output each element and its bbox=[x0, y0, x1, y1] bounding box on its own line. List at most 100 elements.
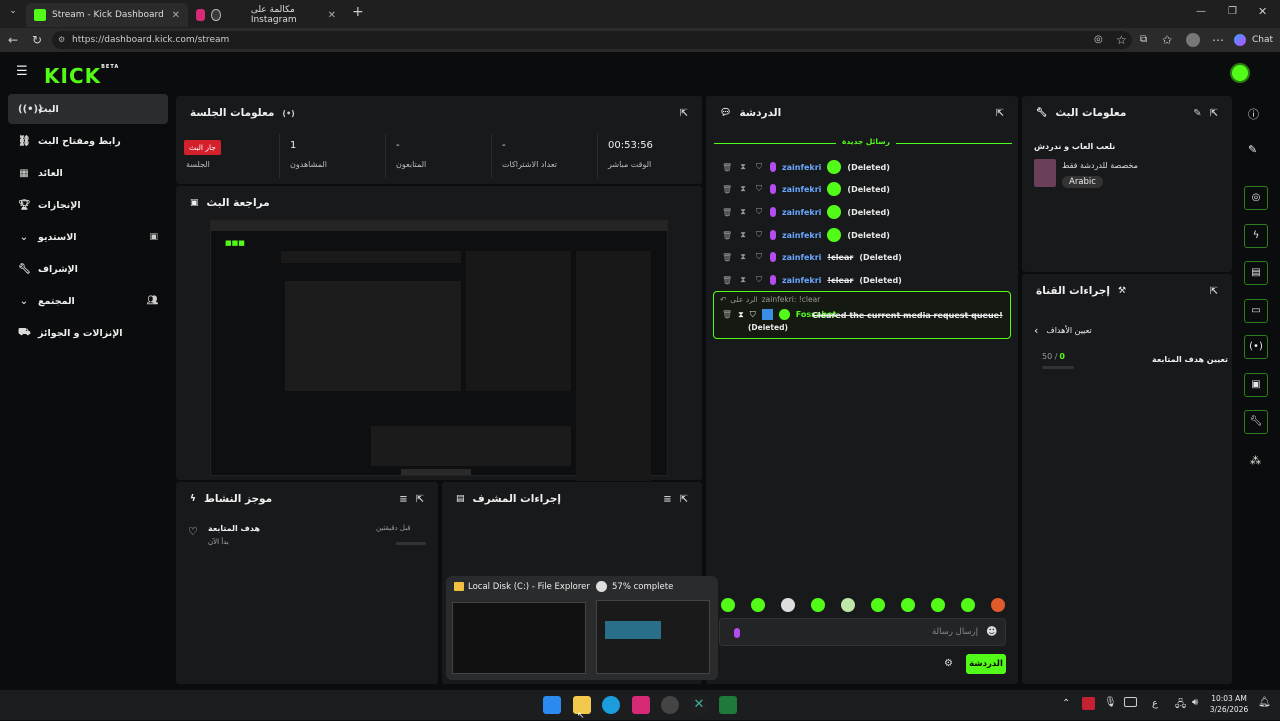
close-tab-icon[interactable]: ✕ bbox=[172, 10, 180, 21]
popout-icon[interactable]: ⇱ bbox=[1210, 108, 1218, 119]
preview-title-copy[interactable]: 57% complete bbox=[612, 582, 673, 592]
favorite-star-icon[interactable]: ☆ bbox=[1116, 28, 1127, 52]
trash-icon[interactable]: 🗑︎ bbox=[722, 231, 732, 240]
trash-icon[interactable]: 🗑︎ bbox=[722, 276, 732, 285]
trash-icon[interactable]: 🗑︎ bbox=[722, 185, 732, 194]
ban-icon[interactable]: ⛉ bbox=[754, 252, 764, 262]
sidebar-item-stream[interactable]: ((•)) البث bbox=[8, 94, 168, 124]
timeout-icon[interactable]: ⧗ bbox=[738, 275, 748, 285]
follow-goal-label[interactable]: تعيين هدف المتابعة bbox=[1152, 355, 1228, 364]
notifications-bell-icon[interactable]: 🔔︎ bbox=[1258, 697, 1271, 708]
close-tab-icon[interactable]: ✕ bbox=[328, 10, 336, 21]
copilot-icon[interactable] bbox=[1234, 34, 1246, 46]
network-icon[interactable]: 🖧︎ bbox=[1175, 697, 1186, 714]
document-icon[interactable]: ▤ bbox=[1244, 261, 1268, 285]
close-window-icon[interactable]: ✕ bbox=[1258, 5, 1267, 18]
sidebar-item-achievements[interactable]: 🏆︎ الإنجازات bbox=[8, 190, 168, 220]
chat-message[interactable]: 🗑︎ ⧗ ⛉ zainfekri (Deleted) bbox=[722, 181, 890, 197]
sidebar-item-studio[interactable]: ⌄ الاستديو ▣ bbox=[8, 222, 168, 252]
chat-message[interactable]: 🗑︎ ⧗ ⛉ zainfekri !clear (Deleted) bbox=[722, 249, 902, 265]
emote-icon[interactable] bbox=[991, 598, 1005, 612]
popout-icon[interactable]: ⇱ bbox=[1210, 286, 1218, 297]
chat-username[interactable]: zainfekri bbox=[782, 276, 821, 285]
trash-icon[interactable]: 🗑︎ bbox=[722, 310, 732, 319]
favorites-icon[interactable]: ✩ bbox=[1162, 28, 1172, 52]
sidebar-item-stream-key[interactable]: ⛓ رابط ومفتاح البث bbox=[8, 126, 168, 156]
profile-avatar[interactable] bbox=[1186, 33, 1200, 47]
preview-title-explorer[interactable]: Local Disk (C:) - File Explorer bbox=[468, 582, 590, 592]
stream-preview-video[interactable]: ■■■ bbox=[210, 220, 668, 481]
timeout-icon[interactable]: ⧗ bbox=[738, 230, 748, 240]
tab-instagram-call[interactable]: مكالمة على Instagram ✕ bbox=[188, 3, 344, 27]
trash-icon[interactable]: 🗑︎ bbox=[722, 208, 732, 217]
copy-progress-thumbnail[interactable] bbox=[596, 600, 710, 674]
emote-icon[interactable] bbox=[931, 598, 945, 612]
emote-icon[interactable] bbox=[871, 598, 885, 612]
chat-send-button[interactable]: الدردشة bbox=[966, 654, 1006, 674]
maximize-icon[interactable]: ❐ bbox=[1228, 6, 1237, 17]
wrench-icon[interactable]: 🔧︎ bbox=[1244, 410, 1268, 434]
timeout-icon[interactable]: ⧗ bbox=[738, 252, 748, 262]
sidebar-item-community[interactable]: ⌄ المجتمع 👥︎ bbox=[8, 286, 168, 316]
trash-icon[interactable]: 🗑︎ bbox=[722, 163, 732, 172]
timeout-icon[interactable]: ⧗ bbox=[738, 162, 748, 172]
popout-icon[interactable]: ⇱ bbox=[996, 108, 1004, 119]
edit-pencil-icon[interactable]: ✎ bbox=[1193, 108, 1201, 119]
chat-username[interactable]: zainfekri bbox=[782, 163, 821, 172]
filter-icon[interactable]: ≡ bbox=[399, 494, 407, 505]
url-field[interactable]: ⚙ https://dashboard.kick.com/stream bbox=[52, 31, 1132, 49]
radio-icon[interactable]: (•) bbox=[1244, 335, 1268, 359]
instagram-icon[interactable] bbox=[632, 696, 650, 714]
chat-username[interactable]: zainfekri bbox=[782, 231, 821, 240]
emote-icon[interactable] bbox=[901, 598, 915, 612]
popout-icon[interactable]: ⇱ bbox=[680, 494, 688, 505]
minimize-icon[interactable]: — bbox=[1196, 6, 1206, 17]
timeout-icon[interactable]: ⧗ bbox=[738, 184, 748, 194]
chatgpt-icon[interactable] bbox=[661, 696, 679, 714]
camera-scene-icon[interactable]: ◎ bbox=[1244, 186, 1268, 210]
filter-icon[interactable]: ≡ bbox=[663, 494, 671, 505]
kick-logo[interactable]: KICKBETA bbox=[44, 64, 119, 88]
info-icon[interactable]: ⓘ bbox=[1248, 106, 1259, 122]
emote-icon[interactable] bbox=[811, 598, 825, 612]
chat-button[interactable]: Chat bbox=[1252, 35, 1273, 45]
tab-menu-icon[interactable]: ⌄ bbox=[6, 6, 20, 20]
sidebar-item-revenue[interactable]: ▦ العائد bbox=[8, 158, 168, 188]
screen-icon[interactable]: ▣ bbox=[1244, 373, 1268, 397]
settings-gear-icon[interactable]: ⚙ bbox=[944, 658, 953, 669]
emoji-icon[interactable]: ☻ bbox=[986, 625, 997, 638]
timeout-icon[interactable]: ⧗ bbox=[738, 310, 744, 320]
hamburger-menu-icon[interactable]: ☰ bbox=[16, 65, 30, 78]
kick-app-icon[interactable] bbox=[719, 696, 737, 714]
ban-icon[interactable]: ⛉ bbox=[754, 275, 764, 285]
edge-browser-icon[interactable] bbox=[602, 696, 620, 714]
clock[interactable]: 10:03 AM 3/26/2026 bbox=[1208, 693, 1250, 715]
reader-icon[interactable]: ◎ bbox=[1094, 28, 1103, 52]
chat-message[interactable]: 🗑︎ ⧗ ⛉ zainfekri (Deleted) bbox=[722, 159, 890, 175]
extensions-icon[interactable]: ⧉ bbox=[1140, 28, 1147, 52]
microphone-icon[interactable]: 🎙︎ bbox=[1104, 697, 1117, 708]
ban-icon[interactable]: ⛉ bbox=[754, 207, 764, 217]
language-indicator-icon[interactable]: ع bbox=[1152, 698, 1158, 709]
chat-message[interactable]: 🗑︎ ⧗ ⛉ zainfekri !clear (Deleted) bbox=[722, 272, 902, 288]
apps-icon[interactable]: ⁂ bbox=[1250, 454, 1261, 467]
user-avatar[interactable] bbox=[1230, 63, 1250, 83]
chat-username[interactable]: zainfekri bbox=[782, 208, 821, 217]
mic-icon[interactable] bbox=[734, 628, 740, 638]
ban-icon[interactable]: ⛉ bbox=[754, 184, 764, 194]
chat-message[interactable]: 🗑︎ ⧗ ⛉ zainfekri (Deleted) bbox=[722, 204, 890, 220]
refresh-icon[interactable]: ↻ bbox=[32, 28, 42, 52]
popout-icon[interactable]: ⇱ bbox=[680, 108, 688, 119]
edit-pencil-icon[interactable]: ✎ bbox=[1248, 143, 1257, 156]
sidebar-item-moderation[interactable]: 🔧︎ الإشراف bbox=[8, 254, 168, 284]
site-info-icon[interactable]: ⚙ bbox=[58, 31, 65, 49]
highlighted-bot-message[interactable]: ↶ الرد على zainfekri: !clear 🗑︎ ⧗ ⛉ Foss… bbox=[713, 291, 1011, 339]
volume-icon[interactable]: 🔊︎ bbox=[1192, 697, 1198, 708]
ban-icon[interactable]: ⛉ bbox=[750, 310, 756, 320]
trash-icon[interactable]: 🗑︎ bbox=[722, 253, 732, 262]
windows-start-icon[interactable] bbox=[543, 696, 561, 714]
timeout-icon[interactable]: ⧗ bbox=[738, 207, 748, 217]
new-tab-icon[interactable]: + bbox=[352, 4, 364, 20]
emote-icon[interactable] bbox=[841, 598, 855, 612]
tray-window-icon[interactable] bbox=[1124, 697, 1137, 707]
